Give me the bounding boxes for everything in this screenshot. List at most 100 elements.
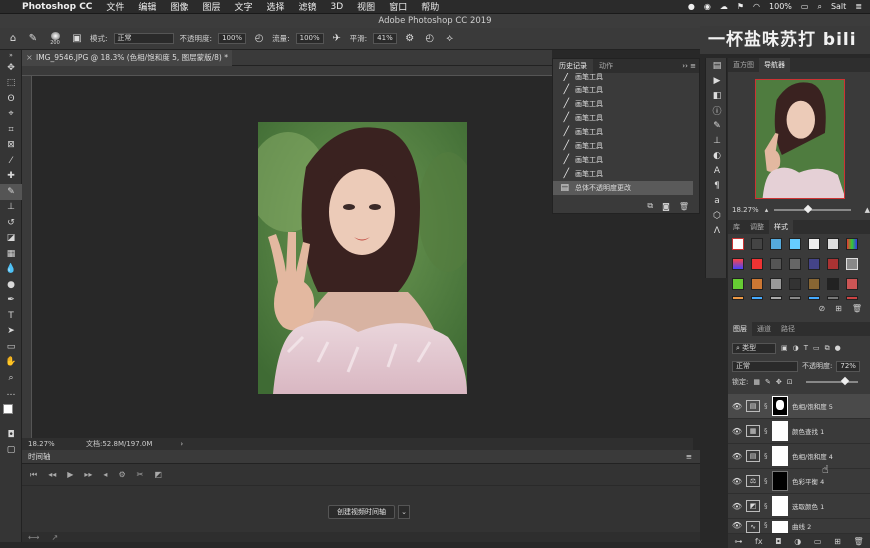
style-swatch[interactable] (789, 296, 801, 300)
style-swatch[interactable] (827, 258, 839, 270)
snapshot-icon[interactable]: ◙ (662, 202, 670, 211)
style-swatch[interactable] (732, 258, 744, 270)
layer-opacity-field[interactable]: 72% (836, 360, 860, 372)
delete-layer-icon[interactable]: 🗑 (854, 537, 864, 546)
flow-field[interactable]: 100% (295, 33, 324, 44)
menu-layer[interactable]: 图层 (202, 0, 220, 13)
color-swatches[interactable] (0, 401, 22, 427)
history-row-selected[interactable]: ▤ 总体不透明度更改 (553, 181, 693, 195)
eyedropper-tool-icon[interactable]: ⁄ (0, 153, 22, 169)
screen-mode-icon[interactable]: ▢ (0, 443, 22, 459)
lock-position-icon[interactable]: ✥ (776, 378, 782, 386)
style-swatch[interactable] (789, 238, 801, 250)
brush-preset-picker[interactable]: 200 (46, 31, 64, 46)
style-swatch[interactable] (732, 238, 744, 250)
style-swatch[interactable] (751, 296, 763, 300)
style-swatch[interactable] (846, 238, 858, 250)
lock-pixels-icon[interactable]: ✎ (765, 378, 771, 386)
opacity-field[interactable]: 100% (218, 33, 247, 44)
marquee-tool-icon[interactable]: ⬚ (0, 76, 22, 92)
type-tool-icon[interactable]: T (0, 308, 22, 324)
airbrush-icon[interactable]: ✈ (330, 32, 344, 46)
menu-image[interactable]: 图像 (170, 0, 188, 13)
glyphs-panel-icon[interactable]: a (706, 193, 728, 208)
transition-icon[interactable]: ◩ (154, 470, 162, 479)
tab-navigator[interactable]: 导航器 (759, 58, 790, 72)
style-swatch[interactable] (808, 296, 820, 300)
style-swatch[interactable] (789, 278, 801, 290)
properties-panel-icon[interactable]: ◧ (706, 88, 728, 103)
layer-row[interactable]: 👁 ◩ § 选取颜色 1 (728, 494, 870, 519)
style-swatch[interactable] (732, 278, 744, 290)
flag-icon[interactable]: ⚑ (737, 2, 744, 11)
filter-type-icon[interactable]: T (804, 344, 808, 352)
filter-adjust-icon[interactable]: ◑ (793, 344, 799, 352)
timeline-type-dropdown[interactable]: ⌄ (398, 505, 410, 519)
history-panel-icon[interactable]: ▤ (706, 58, 728, 73)
play-icon[interactable]: ▶ (67, 470, 73, 479)
tab-channels[interactable]: 通道 (752, 322, 776, 336)
scissors-icon[interactable]: ✂ (137, 470, 144, 479)
menu-help[interactable]: 帮助 (421, 0, 439, 13)
eye-icon[interactable]: 👁 (728, 502, 746, 511)
new-layer-icon[interactable]: ⊞ (834, 537, 841, 546)
first-frame-icon[interactable]: ⏮ (30, 470, 37, 480)
filter-pixel-icon[interactable]: ▣ (781, 344, 788, 352)
brush-tool-icon[interactable]: ✎ (26, 32, 40, 46)
link-icon[interactable]: § (764, 427, 772, 435)
style-swatch[interactable] (751, 258, 763, 270)
foreground-color[interactable] (3, 404, 13, 414)
style-swatch[interactable] (770, 296, 782, 300)
menu-view[interactable]: 视图 (357, 0, 375, 13)
move-tool-icon[interactable]: ✥ (0, 60, 22, 76)
eye-icon[interactable]: 👁 (728, 452, 746, 461)
3d-panel-icon[interactable]: ⬡ (706, 208, 728, 223)
history-row[interactable]: ╱ 画笔工具 (553, 73, 693, 81)
new-group-icon[interactable]: ▭ (814, 537, 822, 546)
layer-mask-thumbnail[interactable] (772, 396, 788, 416)
next-frame-icon[interactable]: ▸▸ (84, 470, 92, 479)
battery-icon[interactable]: ▭ (801, 2, 809, 11)
adjust-icon[interactable]: ◐ (706, 148, 728, 163)
layer-row[interactable]: 👁 ∿ § 曲线 2 (728, 519, 870, 534)
link-icon[interactable]: § (764, 477, 772, 485)
symmetry-icon[interactable]: ⟡ (443, 32, 457, 46)
new-document-from-state-icon[interactable]: ⧉ (647, 201, 653, 211)
zoom-tool-icon[interactable]: ⌕ (0, 370, 22, 386)
frame-tool-icon[interactable]: ⊠ (0, 138, 22, 154)
tab-paths[interactable]: 路径 (776, 322, 800, 336)
menu-file[interactable]: 文件 (106, 0, 124, 13)
menu-3d[interactable]: 3D (331, 2, 344, 12)
menu-type[interactable]: 文字 (234, 0, 252, 13)
tab-history[interactable]: 历史记录 (553, 59, 593, 73)
mode-select[interactable]: 正常 (113, 33, 174, 44)
layer-filter-select[interactable]: ⌕ 类型 (732, 342, 776, 354)
history-row[interactable]: ╱ 画笔工具 (553, 153, 693, 167)
prev-frame-icon[interactable]: ◂◂ (48, 470, 56, 479)
history-row[interactable]: ╱ 画笔工具 (553, 139, 693, 153)
info-panel-icon[interactable]: ⓘ (706, 103, 728, 118)
audio-icon[interactable]: ◂ (103, 470, 107, 479)
quick-mask-icon[interactable]: ◘ (0, 427, 22, 443)
style-swatch[interactable] (846, 278, 858, 290)
style-swatch[interactable] (827, 296, 839, 300)
app-menu[interactable]: Photoshop CC (22, 2, 92, 12)
history-row[interactable]: ╱ 画笔工具 (553, 111, 693, 125)
layer-row[interactable]: 👁 ▤ § 色相/饱和度 5 (728, 394, 870, 419)
brush-settings-icon[interactable]: ▣ (70, 32, 84, 46)
record-icon[interactable]: ● (688, 2, 695, 11)
healing-brush-tool-icon[interactable]: ✚ (0, 169, 22, 185)
link-layers-icon[interactable]: ⊶ (734, 537, 742, 546)
history-row[interactable]: ╱ 画笔工具 (553, 97, 693, 111)
pressure-opacity-icon[interactable]: ◴ (252, 32, 266, 46)
pen-tool-icon[interactable]: ✒ (0, 293, 22, 309)
navigator-thumbnail[interactable] (755, 79, 845, 199)
eye-icon[interactable]: 👁 (728, 402, 746, 411)
eye-icon[interactable]: 👁 (728, 521, 746, 530)
clone-stamp-tool-icon[interactable]: ⊥ (0, 200, 22, 216)
wifi-icon[interactable]: ◠ (753, 2, 760, 11)
link-icon[interactable]: § (764, 521, 772, 529)
quick-select-tool-icon[interactable]: ⌖ (0, 107, 22, 123)
lock-artboard-icon[interactable]: ⊡ (787, 378, 793, 386)
smoothing-field[interactable]: 41% (373, 33, 397, 44)
